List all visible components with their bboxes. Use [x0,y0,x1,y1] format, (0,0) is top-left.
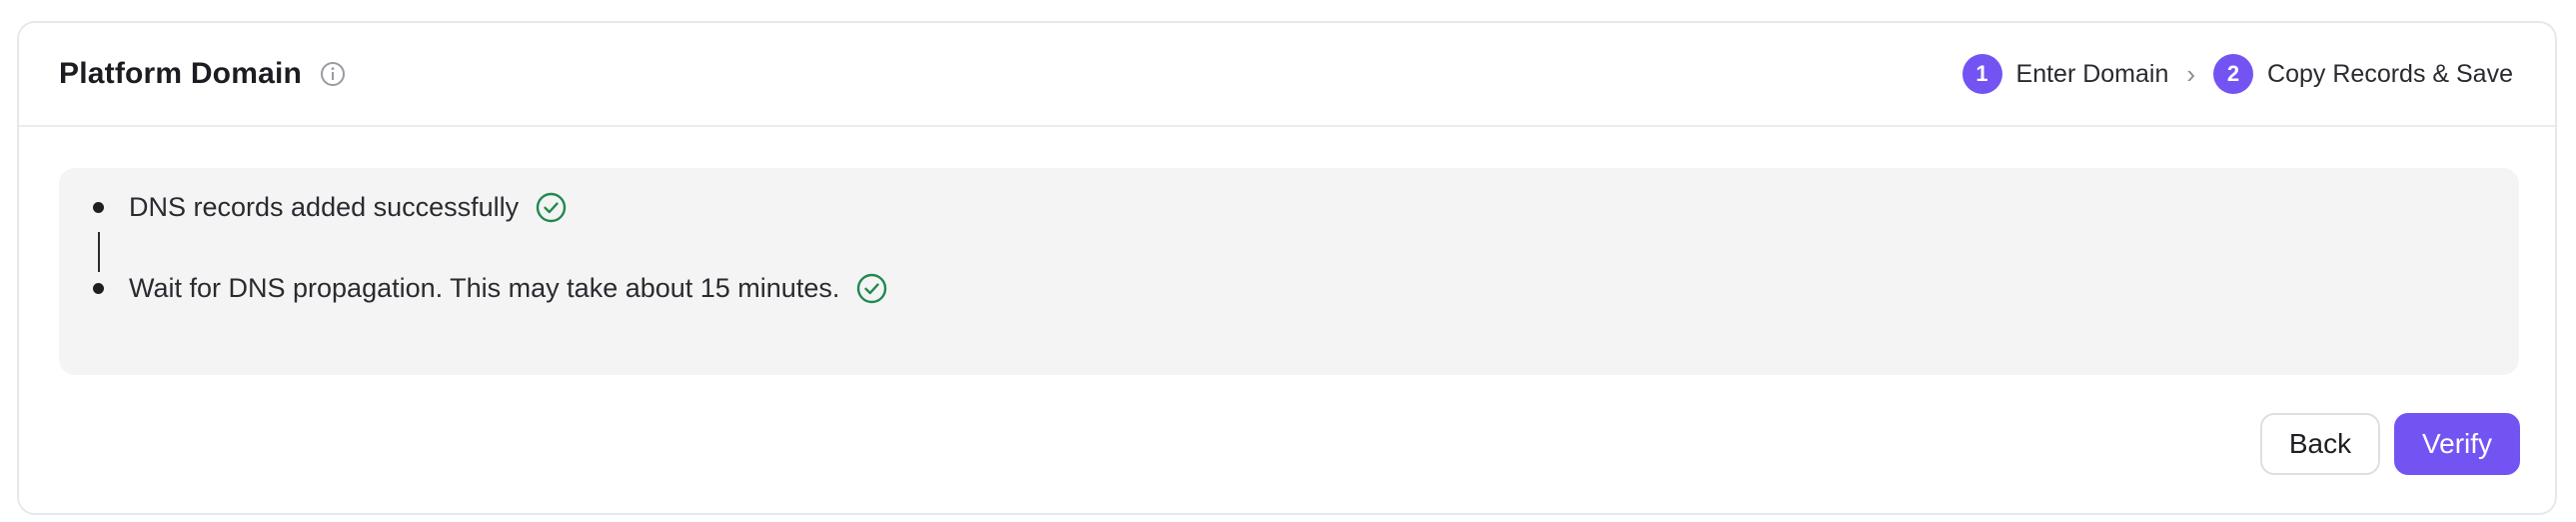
platform-domain-card: Platform Domain 1 Enter Domain › 2 Copy … [17,21,2557,515]
chevron-right-icon: › [2186,58,2196,89]
info-icon[interactable] [320,61,346,87]
status-item-propagation: Wait for DNS propagation. This may take … [93,272,888,305]
dns-status-panel: DNS records added successfully Wait for … [59,168,2519,375]
check-circle-icon [535,191,568,224]
title-group: Platform Domain [59,57,346,91]
bullet-dot [93,283,104,294]
status-text: Wait for DNS propagation. This may take … [129,273,840,303]
back-button[interactable]: Back [2260,413,2380,475]
step-label: Copy Records & Save [2267,59,2513,88]
step-enter-domain: 1 Enter Domain [1961,54,2169,94]
page-title: Platform Domain [59,57,303,90]
step-number: 2 [2213,54,2254,94]
stepper: 1 Enter Domain › 2 Copy Records & Save [1961,54,2513,94]
check-circle-icon [855,272,888,305]
step-label: Enter Domain [2015,59,2169,88]
bullet-dot [93,202,104,213]
card-header: Platform Domain 1 Enter Domain › 2 Copy … [19,23,2555,127]
status-text: DNS records added successfully [129,192,520,222]
verify-button[interactable]: Verify [2394,413,2520,475]
step-copy-records: 2 Copy Records & Save [2213,54,2513,94]
timeline-connector [98,232,100,272]
step-number: 1 [1961,54,2002,94]
status-item-records-added: DNS records added successfully [93,191,568,224]
